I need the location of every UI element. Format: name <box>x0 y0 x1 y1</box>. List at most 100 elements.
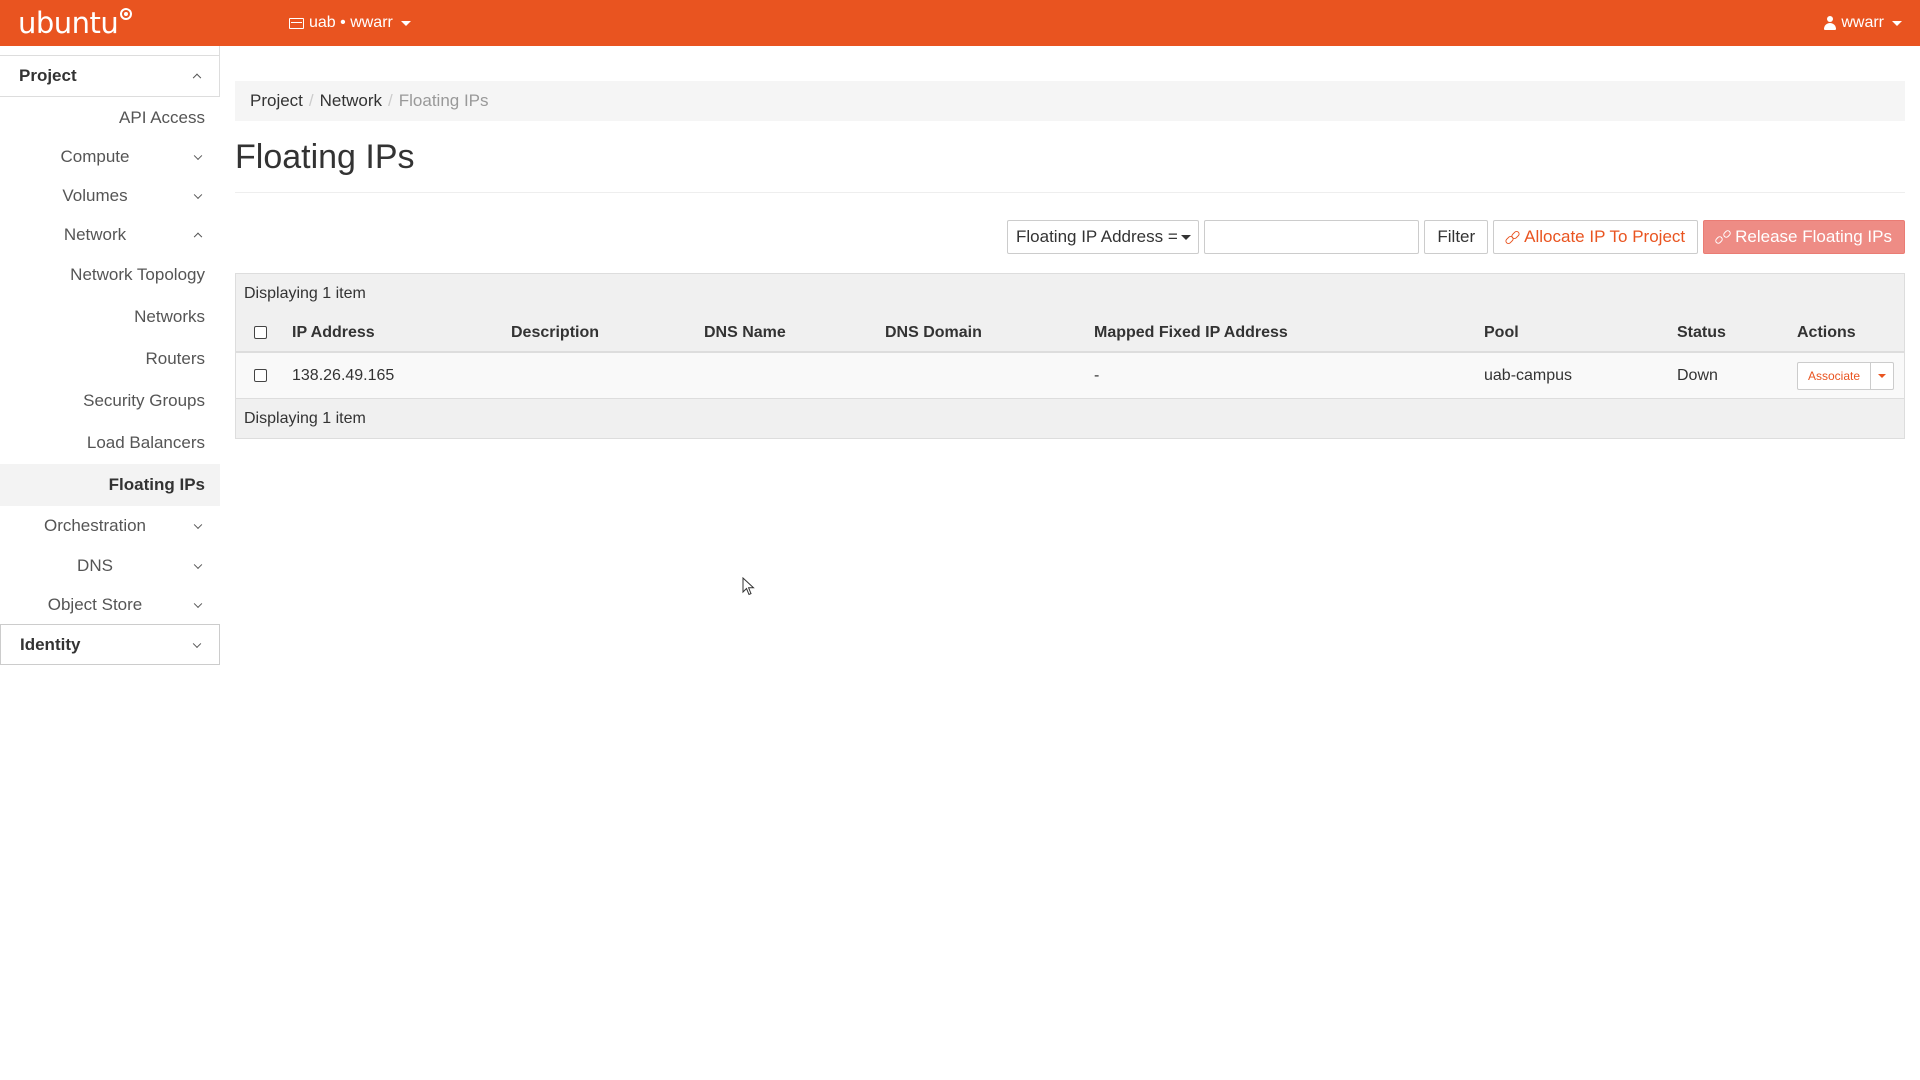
chevron-down-icon <box>193 190 203 199</box>
filter-field-select[interactable]: Floating IP Address = <box>1007 220 1200 254</box>
chevron-up-icon <box>193 232 203 241</box>
caret-down-icon <box>1878 373 1887 378</box>
cell-ip-address: 138.26.49.165 <box>292 366 395 384</box>
sidebar-section-label: Project <box>19 66 77 85</box>
column-header-description[interactable]: Description <box>511 314 599 351</box>
table-caption: Displaying 1 item <box>236 274 1904 314</box>
sidebar-top-divider <box>0 46 220 56</box>
sidebar-item-label: Network <box>63 224 127 244</box>
row-checkbox[interactable] <box>254 369 267 382</box>
sidebar-item-label: Floating IPs <box>108 475 205 494</box>
breadcrumb-separator: / <box>308 91 314 110</box>
breadcrumb: Project / Network / Floating IPs <box>235 81 1905 121</box>
user-icon <box>1824 16 1837 30</box>
sidebar-item-label: Networks <box>134 307 205 326</box>
sidebar-item-label: Compute <box>60 147 130 166</box>
link-icon <box>1506 231 1519 244</box>
caret-down-icon <box>1180 234 1191 240</box>
sidebar-item-label: Load Balancers <box>86 433 205 452</box>
associate-button[interactable]: Associate <box>1797 361 1872 390</box>
row-select-cell <box>254 353 267 398</box>
title-divider <box>235 192 1905 193</box>
unlink-icon <box>1716 230 1730 244</box>
sidebar-item-label: Object Store <box>47 594 143 614</box>
sidebar: Project API Access Compute Volumes Netwo… <box>0 46 220 665</box>
server-icon <box>289 17 304 29</box>
release-floating-ips-button[interactable]: Release Floating IPs <box>1703 220 1905 254</box>
mouse-cursor-shape <box>742 577 755 596</box>
sidebar-item-floating-ips[interactable]: Floating IPs <box>0 464 220 506</box>
chevron-down-icon <box>193 599 203 608</box>
sidebar-section-project[interactable]: Project <box>0 56 220 97</box>
ubuntu-logo[interactable]: ubuntu <box>18 4 133 42</box>
sidebar-section-label: Identity <box>20 634 81 654</box>
table-row: 138.26.49.165 - uab-campus Down Associat… <box>236 353 1904 399</box>
sidebar-item-label: Network Topology <box>70 265 205 284</box>
allocate-ip-button[interactable]: Allocate IP To Project <box>1493 220 1699 254</box>
table-toolbar: Floating IP Address = Filter Allocate IP… <box>1007 220 1905 254</box>
circle-of-friends-icon <box>120 8 133 20</box>
filter-input[interactable] <box>1204 220 1420 254</box>
chevron-up-icon <box>192 73 202 83</box>
user-menu-label: wwarr <box>1841 14 1884 31</box>
sidebar-item-dns[interactable]: DNS <box>0 546 220 585</box>
table-footer: Displaying 1 item <box>236 399 1904 438</box>
sidebar-item-load-balancers[interactable]: Load Balancers <box>0 422 220 464</box>
column-header-dns-domain[interactable]: DNS Domain <box>885 314 982 351</box>
project-switcher[interactable]: uab • wwarr <box>289 0 411 46</box>
user-menu[interactable]: wwarr <box>1824 0 1902 46</box>
sidebar-item-object-store[interactable]: Object Store <box>0 585 220 624</box>
column-header-mapped-fixed-ip[interactable]: Mapped Fixed IP Address <box>1094 314 1288 351</box>
sidebar-item-label: Routers <box>145 349 205 368</box>
sidebar-section-identity[interactable]: Identity <box>0 624 220 665</box>
cell-pool: uab-campus <box>1484 366 1573 384</box>
sidebar-item-routers[interactable]: Routers <box>0 338 220 380</box>
allocate-ip-label: Allocate IP To Project <box>1524 227 1686 246</box>
page-title: Floating IPs <box>235 138 415 176</box>
filter-field-label: Floating IP Address = <box>1016 227 1178 246</box>
sidebar-item-volumes[interactable]: Volumes <box>0 176 220 215</box>
sidebar-item-security-groups[interactable]: Security Groups <box>0 380 220 422</box>
sidebar-item-network[interactable]: Network <box>0 215 220 254</box>
sidebar-item-api-access[interactable]: API Access <box>0 97 220 138</box>
caret-down-icon <box>1892 20 1902 26</box>
table-header: IP Address Description DNS Name DNS Doma… <box>236 314 1904 353</box>
cell-status: Down <box>1677 366 1718 384</box>
brand-text: ubuntu <box>18 6 119 40</box>
sidebar-item-label: API Access <box>119 107 205 127</box>
sidebar-item-label: Volumes <box>62 185 128 205</box>
column-header-ip-address[interactable]: IP Address <box>292 314 375 351</box>
sidebar-item-label: DNS <box>77 555 113 575</box>
select-all-checkbox[interactable] <box>254 326 267 339</box>
chevron-down-icon <box>193 520 203 530</box>
release-floating-ips-label: Release Floating IPs <box>1735 227 1892 246</box>
floating-ips-table: Displaying 1 item IP Address Description… <box>235 273 1905 439</box>
sidebar-item-networks[interactable]: Networks <box>0 296 220 338</box>
table-caption-text: Displaying 1 item <box>244 285 366 302</box>
sidebar-item-network-topology[interactable]: Network Topology <box>0 254 220 296</box>
project-switcher-label: uab • wwarr <box>309 14 393 31</box>
row-action-group: Associate <box>1797 361 1895 390</box>
breadcrumb-network[interactable]: Network <box>320 91 382 111</box>
column-header-dns-name[interactable]: DNS Name <box>704 314 786 351</box>
row-actions-dropdown-toggle[interactable] <box>1871 361 1895 390</box>
cell-actions: Associate <box>1797 353 1895 398</box>
breadcrumb-project[interactable]: Project <box>250 91 303 111</box>
breadcrumb-current: Floating IPs <box>398 91 489 110</box>
column-header-status[interactable]: Status <box>1677 314 1726 351</box>
sidebar-item-label: Orchestration <box>43 516 147 535</box>
top-navbar: ubuntu uab • wwarr wwarr <box>0 0 1920 46</box>
column-header-pool[interactable]: Pool <box>1484 314 1519 351</box>
table-footer-text: Displaying 1 item <box>244 409 366 427</box>
filter-button[interactable]: Filter <box>1424 220 1489 254</box>
select-all-cell <box>254 314 267 351</box>
chevron-down-icon <box>192 639 202 648</box>
chevron-down-icon <box>193 151 203 161</box>
sidebar-item-compute[interactable]: Compute <box>0 138 220 176</box>
column-header-actions: Actions <box>1797 323 1856 341</box>
sidebar-item-label: Security Groups <box>83 391 205 410</box>
chevron-down-icon <box>193 560 203 569</box>
breadcrumb-separator: / <box>388 91 393 110</box>
sidebar-item-orchestration[interactable]: Orchestration <box>0 506 220 546</box>
cell-mapped-fixed-ip: - <box>1094 366 1100 384</box>
